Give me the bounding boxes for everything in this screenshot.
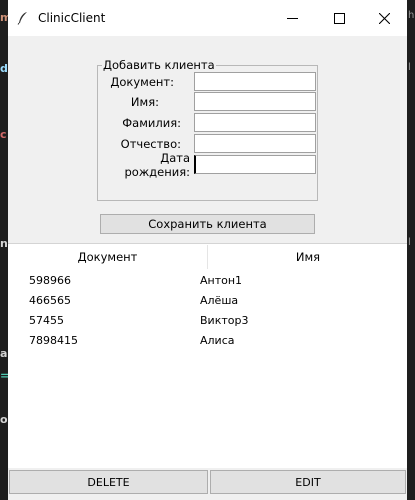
close-icon	[378, 12, 390, 24]
cell-name: Алёша	[200, 293, 239, 307]
minimize-icon	[286, 17, 298, 19]
birthdate-input[interactable]	[194, 155, 316, 174]
cell-name: Антон1	[200, 273, 243, 287]
cell-name: Виктор3	[200, 313, 249, 327]
delete-button[interactable]: DELETE	[9, 470, 208, 494]
maximize-button[interactable]	[316, 0, 362, 36]
column-header-name[interactable]: Имя	[209, 245, 407, 269]
field-birthdate-row: Дата рождения:	[98, 151, 408, 179]
maximize-icon	[333, 12, 345, 24]
cell-document: 57455	[29, 313, 64, 327]
save-client-button[interactable]: Сохранить клиента	[100, 214, 315, 234]
title-bar: ClinicClient	[8, 0, 407, 36]
feather-icon	[8, 0, 38, 36]
cell-document: 7898415	[29, 333, 78, 347]
document-input[interactable]	[194, 72, 316, 91]
window-title: ClinicClient	[38, 11, 106, 25]
group-label: Добавить клиента	[103, 58, 215, 72]
field-birthdate-label: Дата рождения:	[124, 151, 190, 179]
clients-table: Документ Имя 598966 Антон1 466565 Алёша …	[8, 243, 407, 469]
action-bar: DELETE EDIT	[8, 468, 407, 500]
first-name-input[interactable]	[194, 92, 316, 111]
background-editor-left: m d c n a = o	[0, 0, 11, 500]
minimize-button[interactable]	[269, 0, 315, 36]
cell-document: 466565	[29, 293, 71, 307]
field-document-label: Документ:	[110, 75, 174, 89]
edit-button[interactable]: EDIT	[210, 470, 406, 494]
table-row[interactable]: 598966 Антон1	[8, 270, 407, 290]
table-row[interactable]: 7898415 Алиса	[8, 330, 407, 350]
patronymic-input[interactable]	[194, 134, 316, 153]
column-header-document[interactable]: Документ	[8, 245, 208, 269]
table-row[interactable]: 57455 Виктор3	[8, 310, 407, 330]
field-last-name-label: Фамилия:	[122, 116, 181, 130]
field-document-row: Документ:	[98, 72, 408, 92]
field-last-name-row: Фамилия:	[98, 113, 408, 133]
form-area: Добавить клиента Документ: Имя: Фамилия:…	[8, 36, 407, 243]
last-name-input[interactable]	[194, 113, 316, 132]
field-first-name-label: Имя:	[130, 95, 159, 109]
background-editor-right: h l l	[407, 0, 415, 500]
cell-document: 598966	[29, 273, 71, 287]
app-window: ClinicClient Добавить клиента Документ: …	[8, 0, 407, 500]
field-patronymic-label: Отчество:	[120, 137, 181, 151]
cell-name: Алиса	[200, 333, 235, 347]
table-row[interactable]: 466565 Алёша	[8, 290, 407, 310]
field-first-name-row: Имя:	[98, 92, 408, 112]
close-button[interactable]	[361, 0, 407, 36]
